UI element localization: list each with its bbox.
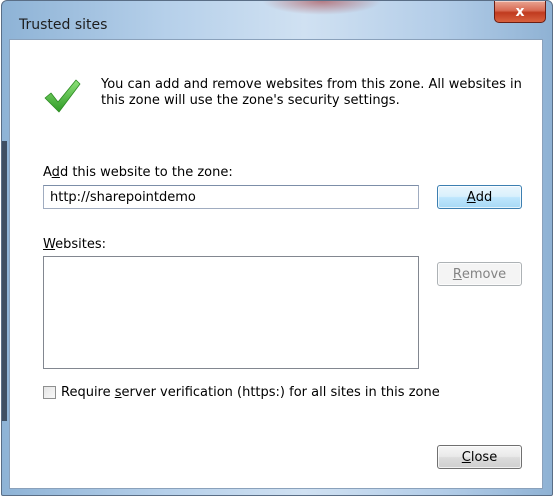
title-bar[interactable]: Trusted sites x (2, 1, 552, 39)
green-checkmark-icon (44, 79, 81, 113)
close-button[interactable]: Close (437, 445, 522, 469)
websites-list[interactable] (43, 256, 419, 369)
window-close-button[interactable]: x (494, 1, 546, 23)
remove-button[interactable]: Remove (437, 262, 522, 286)
dialog-window: Trusted sites x You can add and remove w… (1, 0, 553, 496)
server-verification-checkbox[interactable] (43, 386, 56, 399)
add-button[interactable]: Add (437, 185, 522, 209)
title-bar-glow (262, 1, 382, 15)
add-website-label: Add this website to the zone: (43, 165, 233, 180)
dialog-content: You can add and remove websites from thi… (9, 39, 543, 489)
website-url-input[interactable] (43, 185, 419, 209)
window-title: Trusted sites (19, 17, 108, 33)
server-verification-row[interactable]: Require server verification (https:) for… (43, 385, 440, 400)
close-icon: x (515, 3, 525, 20)
window-edge-shadow (2, 141, 7, 421)
websites-label: Websites: (43, 237, 106, 252)
zone-description: You can add and remove websites from thi… (101, 77, 522, 108)
server-verification-label: Require server verification (https:) for… (61, 385, 440, 400)
